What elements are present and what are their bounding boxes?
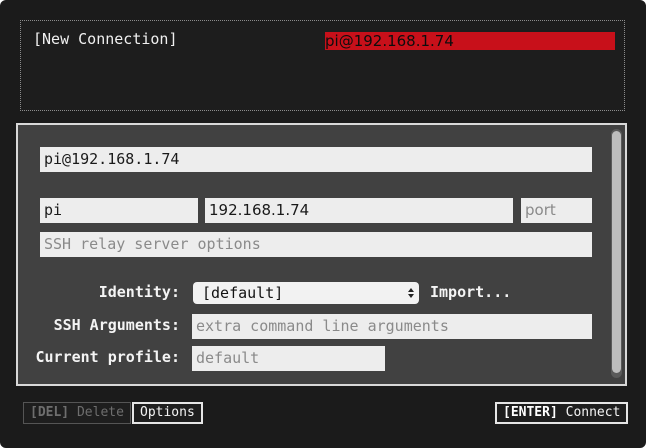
editor-scrollbar[interactable] — [611, 129, 622, 378]
current-profile-label: Current profile: — [35, 348, 181, 366]
options-button[interactable]: Options — [132, 402, 203, 424]
select-arrows-icon — [408, 288, 414, 298]
ssh-arguments-label: SSH Arguments: — [53, 316, 180, 334]
delete-key-hint: [DEL] — [30, 405, 70, 420]
delete-button[interactable]: [DEL] Delete — [23, 402, 131, 424]
connect-button[interactable]: [ENTER] Connect — [495, 402, 629, 424]
identity-select[interactable]: [default] — [193, 282, 419, 304]
ssh-arguments-field[interactable]: extra command line arguments — [192, 314, 592, 339]
connection-editor-panel: pi@192.168.1.74 pi 192.168.1.74 port SSH… — [16, 123, 627, 386]
selected-connection-item[interactable]: pi@192.168.1.74 — [325, 32, 615, 50]
host-field[interactable]: 192.168.1.74 — [205, 198, 513, 223]
connection-title-field[interactable]: pi@192.168.1.74 — [40, 147, 592, 172]
import-identity-link[interactable]: Import... — [430, 283, 511, 301]
options-button-label: Options — [140, 405, 195, 420]
connect-key-hint: [ENTER] — [503, 405, 558, 420]
delete-button-label: Delete — [76, 405, 124, 420]
identity-selected-value: [default] — [202, 284, 284, 302]
connection-list[interactable]: [New Connection] pi@192.168.1.74 — [20, 20, 625, 111]
username-field[interactable]: pi — [40, 198, 198, 223]
connection-dialog: [New Connection] pi@192.168.1.74 pi@192.… — [0, 0, 646, 448]
scrollbar-thumb[interactable] — [612, 131, 621, 373]
port-field[interactable]: port — [521, 198, 592, 223]
relay-options-field[interactable]: SSH relay server options — [40, 232, 592, 257]
new-connection-item[interactable]: [New Connection] — [33, 30, 178, 48]
current-profile-field[interactable]: default — [192, 346, 385, 371]
connect-button-label: Connect — [565, 405, 621, 420]
identity-label: Identity: — [98, 283, 180, 301]
